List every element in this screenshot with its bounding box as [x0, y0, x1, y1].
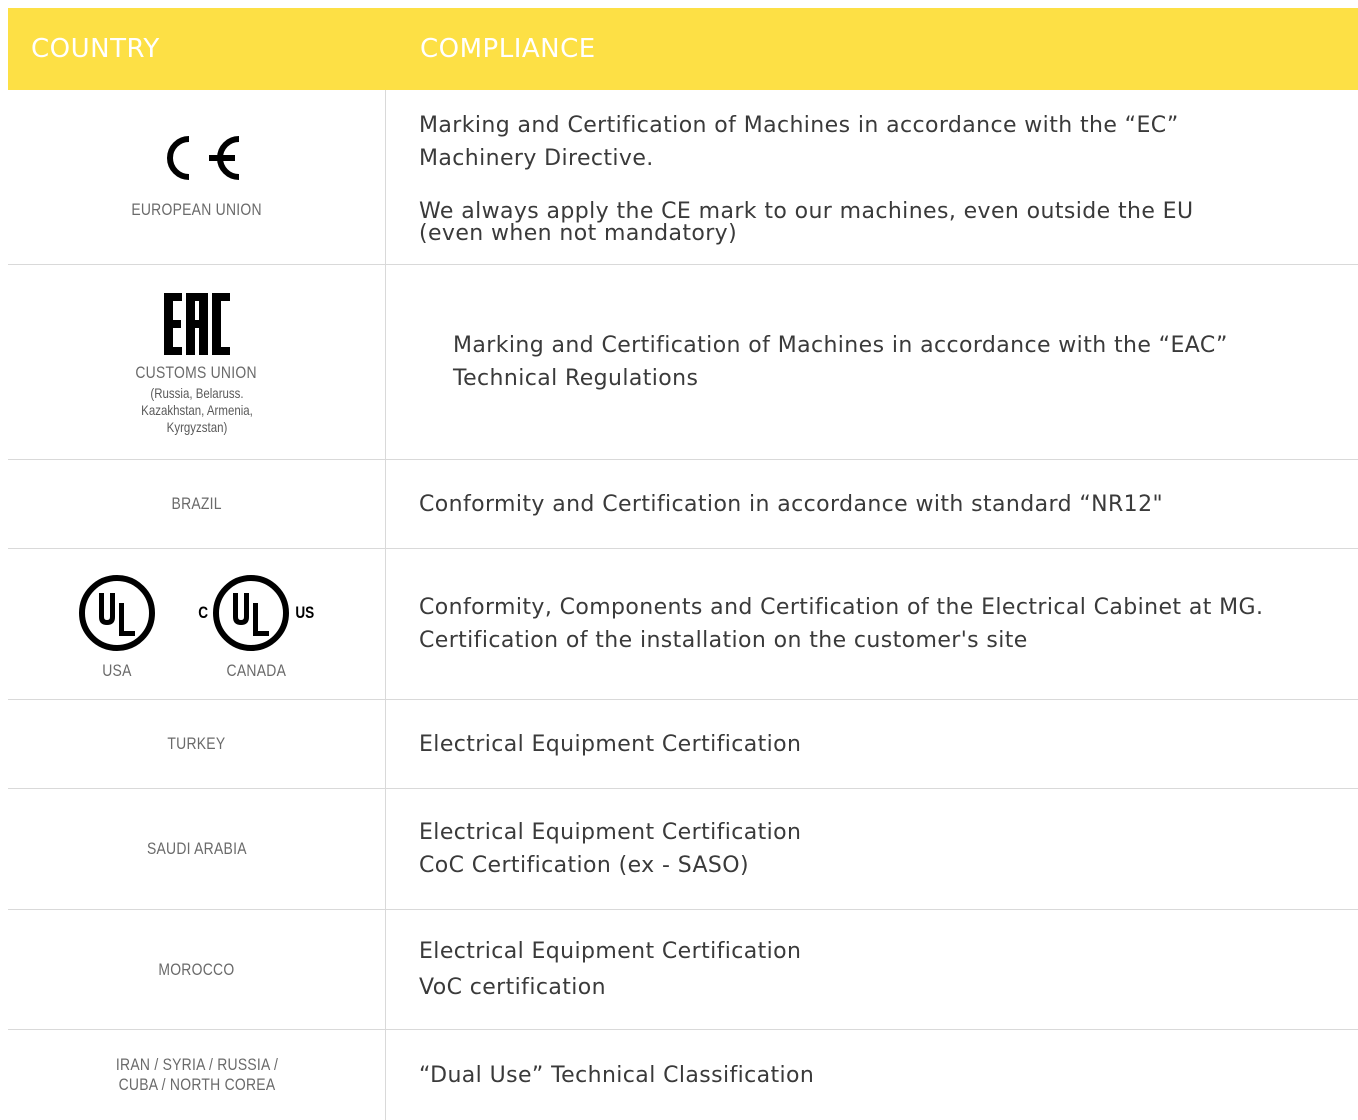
- compliance-text: “Dual Use” Technical Classification: [419, 1062, 815, 1088]
- country-cell: EUROPEAN UNION: [8, 90, 386, 264]
- country-label: CANADA: [226, 661, 287, 680]
- compliance-text: Marking and Certification of Machines in…: [453, 333, 1228, 391]
- ul-mark-icon: [212, 575, 289, 651]
- compliance-text: Electrical Equipment Certification: [419, 938, 802, 964]
- country-label: USA: [101, 661, 132, 680]
- table-row-brazil: BRAZIL Conformity and Certification in a…: [8, 460, 1358, 549]
- table-row-dual-use: IRAN / SYRIA / RUSSIA / CUBA / NORTH COR…: [8, 1030, 1358, 1120]
- compliance-cell: “Dual Use” Technical Classification: [386, 1030, 1358, 1120]
- compliance-cell: Marking and Certification of Machines in…: [386, 90, 1358, 264]
- country-cell: CUSTOMS UNION (Russia, Belaruss. Kazakhs…: [8, 265, 386, 459]
- canada-mark: C US CANADA: [197, 573, 317, 681]
- country-cell: TURKEY: [8, 700, 386, 788]
- country-cell: BRAZIL: [8, 460, 386, 548]
- eac-mark-graphic: [163, 292, 230, 355]
- compliance-column-header: COMPLIANCE: [420, 34, 596, 64]
- table-row-morocco: MOROCCO Electrical Equipment Certificati…: [8, 910, 1358, 1030]
- ul-suffix: US: [295, 603, 315, 622]
- country-label: MOROCCO: [158, 959, 235, 979]
- table-row-customs-union: CUSTOMS UNION (Russia, Belaruss. Kazakhs…: [8, 265, 1358, 460]
- country-cell: MOROCCO: [8, 910, 386, 1029]
- ce-mark-icon: [151, 135, 243, 192]
- table-row-european-union: EUROPEAN UNION Marking and Certification…: [8, 90, 1358, 265]
- table-row-usa-canada: USA C US CANADA Conformity, Components a…: [8, 549, 1358, 700]
- compliance-text: VoC certification: [419, 974, 606, 1000]
- compliance-text: Marking and Certification of Machines in…: [419, 113, 1179, 171]
- country-column-header: COUNTRY: [31, 34, 160, 64]
- ul-prefix: C: [197, 603, 208, 622]
- compliance-cell: Electrical Equipment Certification CoC C…: [386, 789, 1358, 909]
- compliance-text: Electrical Equipment Certification: [419, 820, 802, 845]
- cul-us-mark: C US: [197, 573, 317, 653]
- country-label: BRAZIL: [171, 494, 222, 513]
- compliance-text: CoC Certification (ex - SASO): [419, 853, 749, 878]
- country-label: EUROPEAN UNION: [131, 199, 262, 219]
- compliance-text: We always apply the CE mark to our machi…: [419, 199, 1194, 246]
- ce-mark-graphic: [166, 135, 239, 180]
- country-label: CUSTOMS UNION: [135, 362, 258, 382]
- country-cell: USA C US CANADA: [8, 549, 386, 699]
- country-label: IRAN / SYRIA / RUSSIA / CUBA / NORTH COR…: [115, 1055, 278, 1094]
- country-cell: IRAN / SYRIA / RUSSIA / CUBA / NORTH COR…: [8, 1030, 386, 1120]
- compliance-table: COUNTRY COMPLIANCE EUROPEAN UNION Markin…: [8, 8, 1358, 1120]
- country-label: TURKEY: [167, 734, 226, 753]
- country-sublabel: (Russia, Belaruss. Kazakhstan, Armenia, …: [140, 384, 253, 435]
- eac-mark-icon: [162, 289, 232, 363]
- usa-mark: USA: [77, 573, 157, 681]
- compliance-cell: Marking and Certification of Machines in…: [386, 265, 1358, 459]
- compliance-cell: Conformity and Certification in accordan…: [386, 460, 1358, 548]
- country-cell: SAUDI ARABIA: [8, 789, 386, 909]
- table-header: COUNTRY COMPLIANCE: [8, 8, 1358, 90]
- compliance-text: Certification of the installation on the…: [419, 628, 1028, 653]
- country-label: SAUDI ARABIA: [146, 839, 247, 858]
- compliance-cell: Electrical Equipment Certification: [386, 700, 1358, 788]
- table-row-saudi-arabia: SAUDI ARABIA Electrical Equipment Certif…: [8, 789, 1358, 910]
- compliance-text: Conformity, Components and Certification…: [419, 595, 1264, 620]
- table-row-turkey: TURKEY Electrical Equipment Certificatio…: [8, 700, 1358, 789]
- compliance-cell: Conformity, Components and Certification…: [386, 549, 1358, 699]
- compliance-text: Conformity and Certification in accordan…: [419, 491, 1163, 517]
- compliance-cell: Electrical Equipment Certification VoC c…: [386, 910, 1358, 1029]
- ul-mark-icon: [78, 575, 155, 651]
- compliance-text: Electrical Equipment Certification: [419, 731, 802, 757]
